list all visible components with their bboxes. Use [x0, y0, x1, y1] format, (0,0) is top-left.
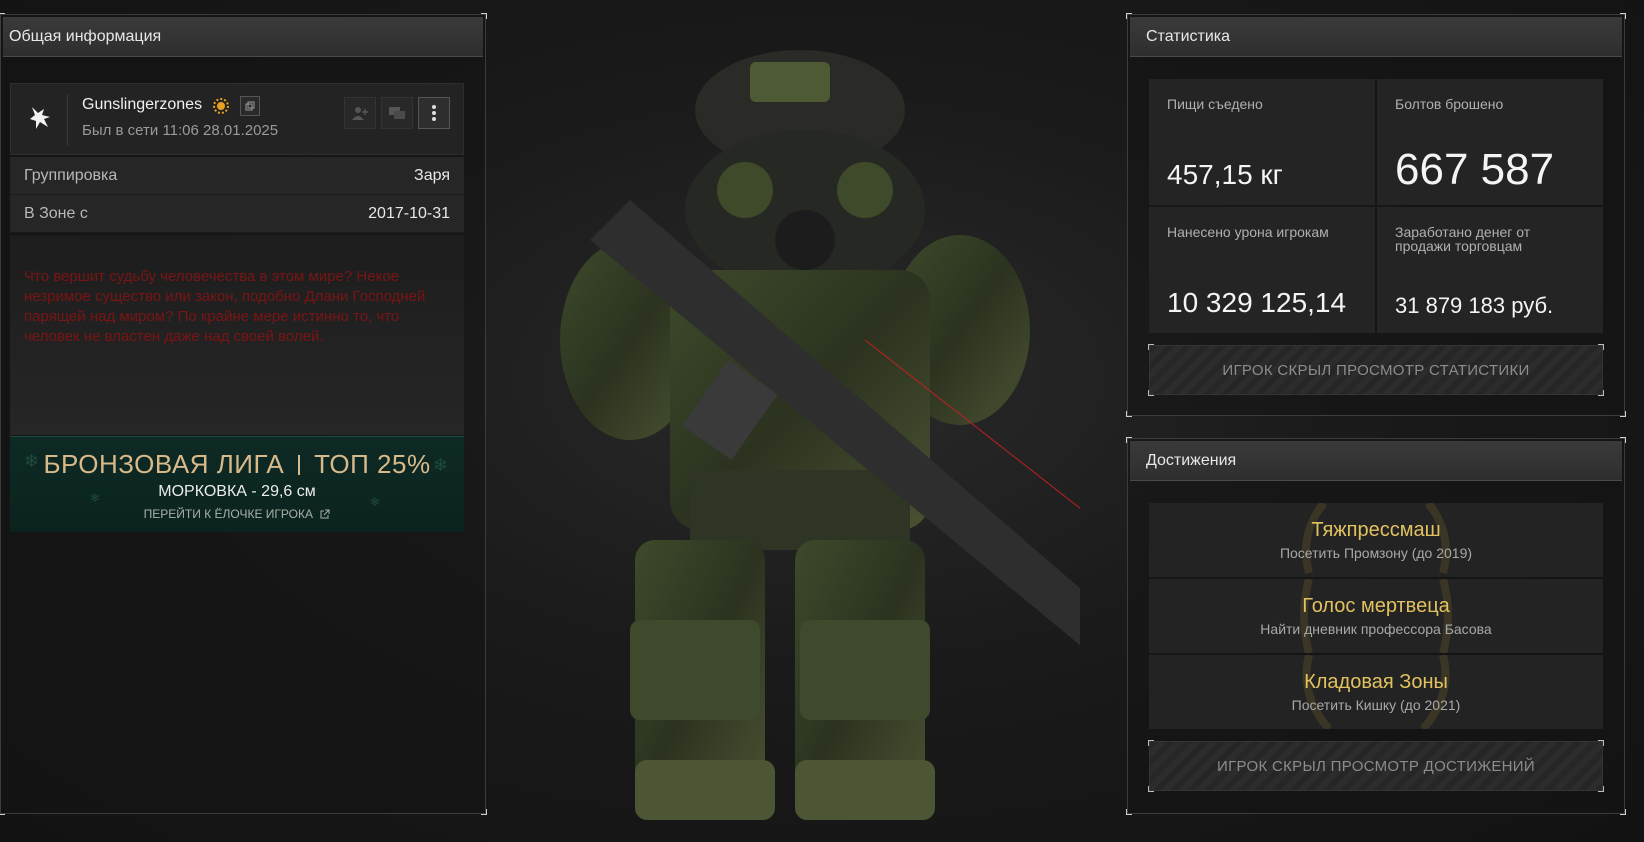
- achievements-panel: Достижения Тяжпрессмаш Посетить Промзону…: [1126, 437, 1626, 815]
- achievement-item[interactable]: Кладовая Зоны Посетить Кишку (до 2021): [1149, 655, 1603, 729]
- league-subtitle: МОРКОВКА - 29,6 см: [158, 483, 316, 500]
- stat-label: Болтов брошено: [1395, 96, 1504, 112]
- general-info-panel: Общая информация Gunslingerzones Был в с…: [0, 13, 487, 815]
- username[interactable]: Gunslingerzones: [82, 96, 202, 114]
- achievements-header: Достижения: [1130, 441, 1622, 481]
- message-button[interactable]: [381, 97, 413, 129]
- achievements-hidden-text: ИГРОК СКРЫЛ ПРОСМОТР ДОСТИЖЕНИЙ: [1217, 757, 1535, 775]
- zone-since-row: В Зоне с 2017-10-31: [10, 195, 464, 233]
- achievement-list: Тяжпрессмаш Посетить Промзону (до 2019) …: [1149, 503, 1603, 731]
- more-vert-icon: [432, 105, 436, 121]
- tree-link[interactable]: ПЕРЕЙТИ К ЁЛОЧКЕ ИГРОКА: [10, 507, 464, 521]
- bio-text: Что вершит судьбу человечества в этом ми…: [10, 235, 464, 435]
- league-name: БРОНЗОВАЯ ЛИГА: [43, 449, 285, 479]
- external-link-icon: [320, 509, 330, 519]
- stats-hidden-text: ИГРОК СКРЫЛ ПРОСМОТР СТАТИСТИКИ: [1222, 361, 1530, 379]
- achievement-desc: Посетить Кишку (до 2021): [1291, 697, 1461, 713]
- statistics-panel: Статистика Пищи съедено 457,15 кг Болтов…: [1126, 13, 1626, 417]
- general-info-header: Общая информация: [3, 17, 483, 57]
- achievements-hidden-notice: ИГРОК СКРЫЛ ПРОСМОТР ДОСТИЖЕНИЙ: [1148, 740, 1604, 792]
- achievement-title: Кладовая Зоны: [1304, 671, 1448, 693]
- achievement-desc: Посетить Промзону (до 2019): [1279, 545, 1473, 561]
- faction-label: Группировка: [24, 166, 118, 184]
- faction-row: Группировка Заря: [10, 157, 464, 195]
- faction-value: Заря: [414, 166, 450, 184]
- add-friend-icon: [352, 107, 368, 120]
- stat-label: Пищи съедено: [1167, 96, 1263, 112]
- stat-money: Заработано денег от продажи торговцам 31…: [1377, 207, 1603, 333]
- stat-food: Пищи съедено 457,15 кг: [1149, 79, 1375, 205]
- last-seen-text: Был в сети 11:06 28.01.2025: [82, 122, 279, 139]
- achievement-title: Голос мертвеца: [1302, 595, 1450, 617]
- zone-since-label: В Зоне с: [24, 204, 88, 222]
- tree-link-label[interactable]: ПЕРЕЙТИ К ЁЛОЧКЕ ИГРОКА: [144, 507, 313, 521]
- achievement-desc: Найти дневник профессора Басова: [1260, 621, 1492, 637]
- stat-value: 31 879 183 руб.: [1395, 293, 1554, 318]
- achievement-title: Тяжпрессмаш: [1311, 519, 1441, 541]
- stat-label: Нанесено урона игрокам: [1167, 224, 1329, 240]
- league-title: БРОНЗОВАЯ ЛИГА ТОП 25%: [10, 449, 464, 480]
- stat-damage: Нанесено урона игрокам 10 329 125,14: [1149, 207, 1375, 333]
- stat-label: Заработано денег от продажи торговцам: [1395, 224, 1531, 254]
- message-icon: [389, 107, 405, 119]
- stat-value: 10 329 125,14: [1167, 287, 1347, 318]
- stat-bolts: Болтов брошено 667 587: [1377, 79, 1603, 205]
- add-friend-button[interactable]: [344, 97, 376, 129]
- character-model: [560, 50, 1080, 820]
- avatar-divider: [67, 94, 68, 146]
- league-top: ТОП 25%: [314, 449, 431, 479]
- achievement-item[interactable]: Голос мертвеца Найти дневник профессора …: [1149, 579, 1603, 653]
- more-options-button[interactable]: [418, 97, 450, 129]
- rank-badge-icon: [211, 96, 231, 116]
- zone-since-value: 2017-10-31: [368, 204, 450, 222]
- stat-value: 667 587: [1395, 145, 1555, 194]
- copy-icon[interactable]: [240, 96, 260, 116]
- league-banner[interactable]: ❄ ❄ ❄ ❄ БРОНЗОВАЯ ЛИГА ТОП 25% МОРКОВКА -…: [10, 436, 464, 532]
- profile-card: Gunslingerzones Был в сети 11:06 28.01.2…: [10, 83, 464, 155]
- stat-value: 457,15 кг: [1167, 159, 1283, 190]
- faction-logo-icon: [25, 102, 57, 134]
- statistics-header: Статистика: [1130, 17, 1622, 57]
- achievement-item[interactable]: Тяжпрессмаш Посетить Промзону (до 2019): [1149, 503, 1603, 577]
- stat-grid: Пищи съедено 457,15 кг Болтов брошено 66…: [1149, 79, 1603, 333]
- stats-hidden-notice: ИГРОК СКРЫЛ ПРОСМОТР СТАТИСТИКИ: [1148, 344, 1604, 396]
